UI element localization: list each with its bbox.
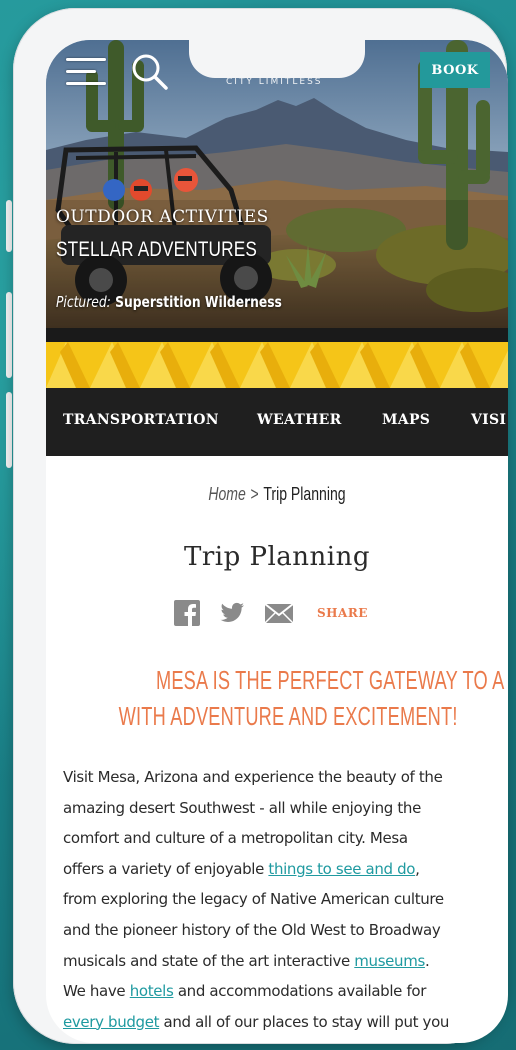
share-label[interactable]: SHARE (317, 606, 368, 620)
body-line: offers a variety of enjoyable things to … (63, 854, 503, 885)
hamburger-menu-button[interactable] (66, 54, 106, 88)
hotels-link[interactable]: hotels (130, 982, 174, 1000)
body-text-segment: and all of our places to stay will put y… (159, 1012, 450, 1031)
body-text-segment: , (415, 859, 420, 878)
every-budget-link[interactable]: every budget (63, 1013, 159, 1031)
pattern-graphic (46, 342, 508, 388)
intro-body: Visit Mesa, Arizona and experience the b… (63, 762, 503, 1037)
hero-eyebrow: OUTDOOR ACTIVITIES (56, 207, 269, 227)
phone-notch (189, 40, 365, 78)
body-text-segment: We have (63, 982, 130, 1001)
phone-side-button-bottom (6, 392, 12, 468)
search-icon (132, 54, 168, 90)
hamburger-icon-bar (66, 70, 96, 73)
caption-place: Superstition Wilderness (115, 293, 282, 311)
email-icon[interactable] (264, 600, 294, 626)
book-button[interactable]: BOOK (420, 52, 490, 88)
body-line: from exploring the legacy of Native Amer… (63, 890, 444, 909)
breadcrumb-separator: > (250, 484, 259, 504)
phone-side-button-top (6, 200, 12, 252)
phone-screen: CITY LIMITLESS BOOK OUTDOOR ACTIVITIES S… (46, 40, 508, 1043)
hero-bottom-band (46, 328, 508, 342)
decorative-pattern-strip (46, 342, 508, 388)
body-line: We have hotels and accommodations availa… (63, 976, 503, 1007)
share-row: SHARE (174, 598, 368, 628)
hero-photo-caption: Pictured: Superstition Wilderness (56, 293, 282, 311)
breadcrumb-current: Trip Planning (263, 484, 346, 504)
search-button[interactable] (130, 52, 170, 92)
facebook-icon[interactable] (174, 600, 200, 626)
hero-banner: CITY LIMITLESS BOOK OUTDOOR ACTIVITIES S… (46, 40, 508, 342)
body-line: and the pioneer history of the Old West … (63, 920, 441, 939)
page-title: Trip Planning (184, 542, 370, 572)
hamburger-icon (66, 58, 106, 61)
section-nav: TRANSPORTATION WEATHER MAPS VISI (46, 388, 508, 456)
body-line: musicals and state of the art interactiv… (63, 946, 503, 977)
breadcrumb-inner: Home > Trip Planning (208, 484, 345, 505)
body-text-segment: and accommodations available for (173, 982, 427, 1001)
phone-frame: CITY LIMITLESS BOOK OUTDOOR ACTIVITIES S… (13, 8, 508, 1044)
body-line: every budget and all of our places to st… (63, 1007, 503, 1038)
intro-headline-line-1: MESA IS THE PERFECT GATEWAY TO A VACATIO… (155, 665, 508, 695)
hamburger-icon-bar (66, 82, 106, 85)
body-text-segment: . (424, 951, 430, 970)
brand-wordmark[interactable]: CITY LIMITLESS (226, 77, 323, 87)
nav-item-weather[interactable]: WEATHER (257, 412, 342, 428)
hero-title: STELLAR ADVENTURES (56, 238, 258, 261)
nav-item-maps[interactable]: MAPS (382, 412, 430, 428)
things-to-see-and-do-link[interactable]: things to see and do (268, 860, 415, 878)
museums-link[interactable]: museums (354, 952, 425, 970)
intro-headline-line-2: WITH ADVENTURE AND EXCITEMENT! (118, 701, 458, 731)
phone-side-button-middle (6, 292, 12, 378)
caption-prefix: Pictured: (56, 293, 111, 311)
body-text-segment: musicals and state of the art interactiv… (63, 951, 355, 970)
body-line: comfort and culture of a metropolitan ci… (63, 829, 408, 848)
body-text-segment: offers a variety of enjoyable (63, 859, 269, 878)
body-line: Visit Mesa, Arizona and experience the b… (63, 768, 443, 786)
intro-headline: MESA IS THE PERFECT GATEWAY TO A VACATIO… (46, 662, 508, 734)
nav-item-visitor[interactable]: VISI (471, 412, 506, 428)
twitter-icon[interactable] (219, 600, 245, 626)
breadcrumb-home-link[interactable]: Home (208, 484, 245, 504)
nav-item-transportation[interactable]: TRANSPORTATION (63, 412, 219, 428)
breadcrumb: Home > Trip Planning (46, 484, 508, 505)
body-line: amazing desert Southwest - all while enj… (63, 798, 421, 817)
